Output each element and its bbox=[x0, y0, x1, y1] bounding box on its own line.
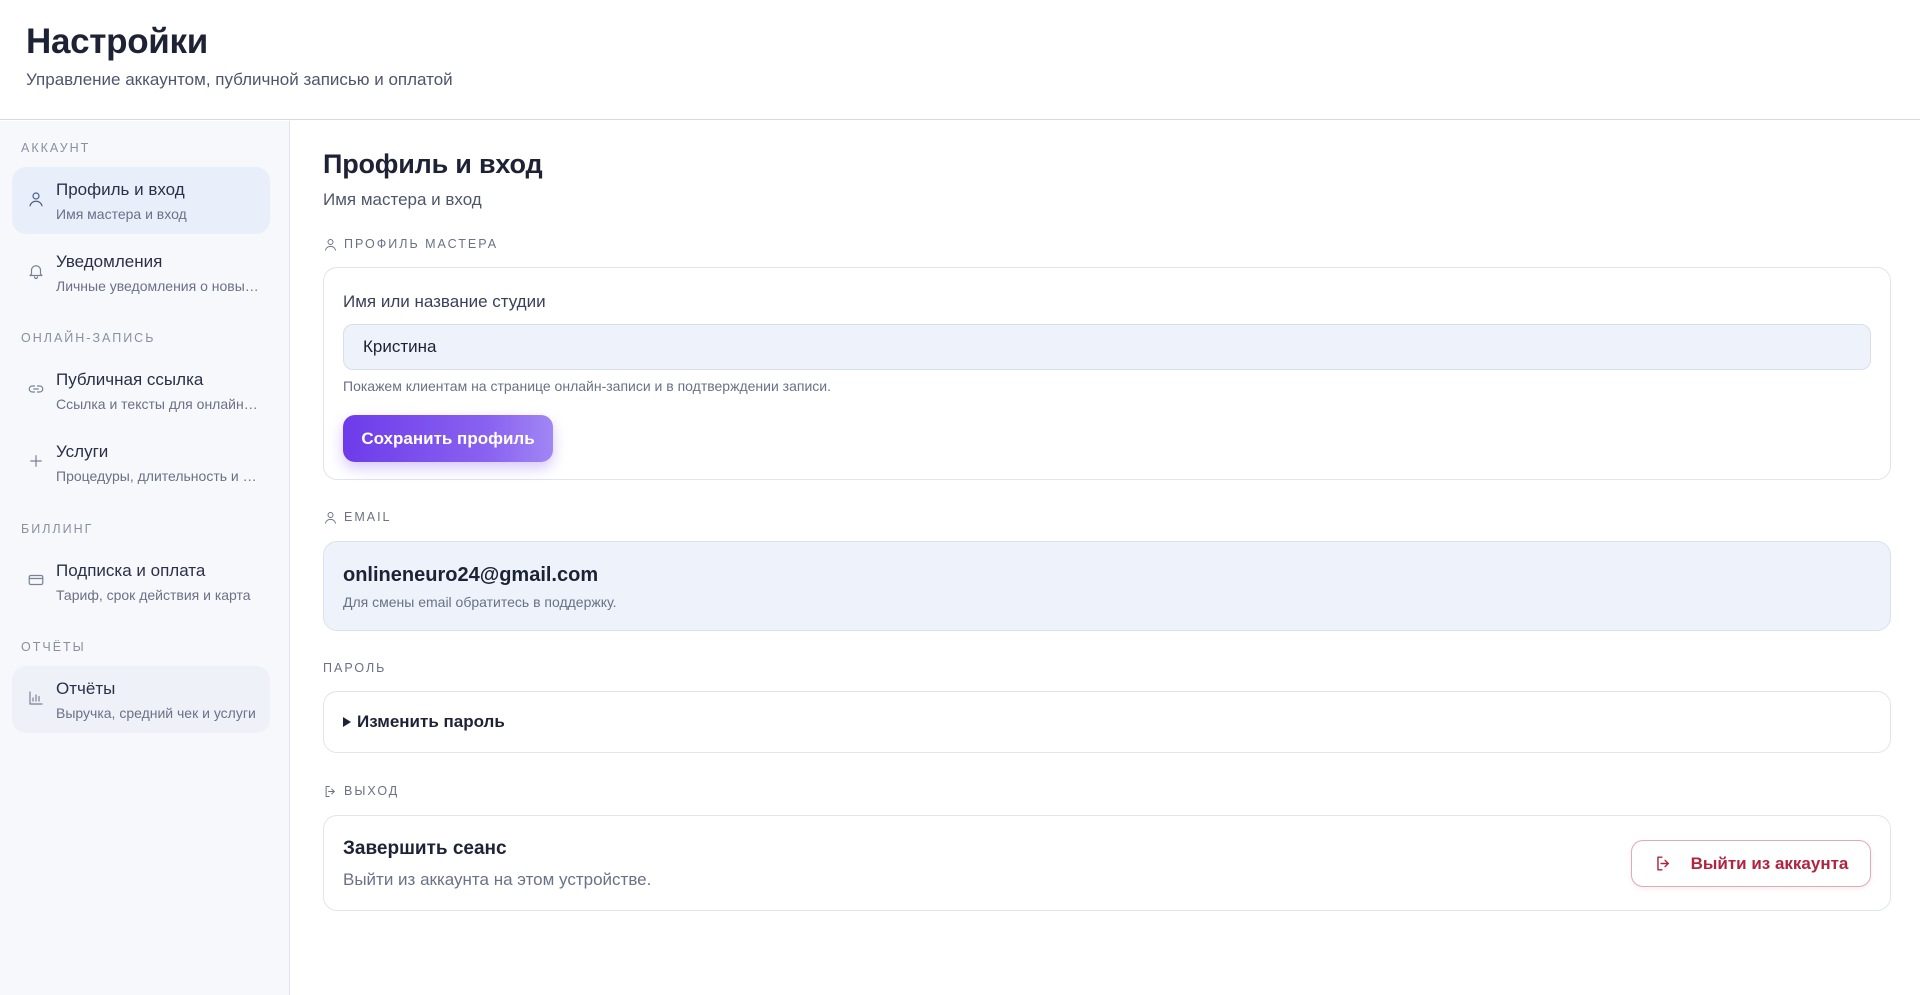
sidebar-item-label: Услуги bbox=[56, 442, 109, 461]
end-session-title: Завершить сеанс bbox=[343, 838, 507, 859]
logout-button[interactable]: Выйти из аккаунта bbox=[1631, 840, 1871, 887]
change-password-toggle[interactable]: Изменить пароль bbox=[343, 712, 505, 732]
user-icon bbox=[325, 511, 336, 524]
email-section-label: Email bbox=[323, 508, 392, 526]
sidebar-item-label: Подписка и оплата bbox=[56, 561, 206, 580]
email-value: onlineneuro24@gmail.com bbox=[343, 564, 599, 586]
sidebar-item-label: Уведомления bbox=[56, 252, 163, 271]
studio-name-hint: Покажем клиентам на странице онлайн-запи… bbox=[343, 378, 831, 394]
password-card: Изменить пароль bbox=[323, 691, 1891, 753]
link-icon bbox=[26, 379, 46, 399]
change-password-label: Изменить пароль bbox=[357, 712, 505, 731]
sidebar-item-label: Отчёты bbox=[56, 679, 116, 698]
logout-section-label-text: Выход bbox=[344, 784, 400, 798]
plus-icon bbox=[26, 451, 46, 471]
logout-icon bbox=[1656, 856, 1669, 871]
password-section-label-text: Пароль bbox=[323, 661, 387, 675]
profile-card: Имя или название студии Покажем клиентам… bbox=[323, 267, 1891, 480]
sidebar-item-description: Процедуры, длительность и цены bbox=[56, 468, 260, 484]
sidebar-group-account: Аккаунт bbox=[21, 141, 91, 155]
user-icon bbox=[26, 189, 46, 209]
email-card: onlineneuro24@gmail.com Для смены email … bbox=[323, 541, 1891, 631]
password-section-label: Пароль bbox=[323, 659, 386, 677]
profile-section-label-text: Профиль мастера bbox=[344, 237, 499, 251]
save-profile-button[interactable]: Сохранить профиль bbox=[343, 415, 553, 462]
sidebar-group-reports: Отчёты bbox=[21, 640, 86, 654]
sidebar-item-services[interactable]: Услуги Процедуры, длительность и цены bbox=[12, 429, 270, 496]
page-title: Настройки bbox=[26, 22, 208, 61]
sidebar-item-label: Публичная ссылка bbox=[56, 370, 204, 389]
logout-button-label: Выйти из аккаунта bbox=[1690, 853, 1849, 873]
page-subtitle: Управление аккаунтом, публичной записью … bbox=[26, 70, 453, 89]
email-note: Для смены email обратитесь в поддержку. bbox=[343, 594, 617, 610]
page-header: Настройки Управление аккаунтом, публично… bbox=[0, 0, 1920, 120]
sidebar-item-reports[interactable]: Отчёты Выручка, средний чек и услуги bbox=[12, 666, 270, 733]
sidebar-item-description: Личные уведомления о новых записях bbox=[56, 278, 260, 294]
email-section-label-text: Email bbox=[344, 510, 392, 524]
logout-card: Завершить сеанс Выйти из аккаунта на это… bbox=[323, 815, 1891, 911]
studio-name-label: Имя или название студии bbox=[343, 292, 546, 311]
logout-section-label: Выход bbox=[323, 782, 399, 800]
sidebar-group-online-booking: Онлайн-запись bbox=[21, 331, 156, 345]
card-icon bbox=[26, 570, 46, 590]
sidebar-item-description: Тариф, срок действия и карта bbox=[56, 587, 251, 603]
sidebar-item-public-link[interactable]: Публичная ссылка Ссылка и тексты для онл… bbox=[12, 357, 270, 424]
sidebar-item-description: Имя мастера и вход bbox=[56, 206, 187, 222]
settings-sidebar: Аккаунт Профиль и вход Имя мастера и вхо… bbox=[0, 121, 290, 995]
chart-icon bbox=[26, 688, 46, 708]
profile-section-label: Профиль мастера bbox=[323, 235, 498, 253]
sidebar-item-subscription[interactable]: Подписка и оплата Тариф, срок действия и… bbox=[12, 548, 270, 615]
logout-icon bbox=[325, 785, 335, 797]
disclosure-triangle-icon bbox=[343, 717, 351, 727]
sidebar-item-description: Выручка, средний чек и услуги bbox=[56, 705, 256, 721]
sidebar-item-profile[interactable]: Профиль и вход Имя мастера и вход bbox=[12, 167, 270, 234]
sidebar-item-label: Профиль и вход bbox=[56, 180, 185, 199]
sidebar-item-notifications[interactable]: Уведомления Личные уведомления о новых з… bbox=[12, 239, 270, 306]
sidebar-group-billing: Биллинг bbox=[21, 522, 94, 536]
studio-name-input[interactable] bbox=[343, 324, 1871, 370]
section-title: Профиль и вход bbox=[323, 149, 543, 179]
user-icon bbox=[325, 238, 336, 251]
end-session-description: Выйти из аккаунта на этом устройстве. bbox=[343, 870, 652, 889]
bell-icon bbox=[26, 261, 46, 281]
sidebar-item-description: Ссылка и тексты для онлайн-записи bbox=[56, 396, 260, 412]
section-subtitle: Имя мастера и вход bbox=[323, 190, 482, 209]
